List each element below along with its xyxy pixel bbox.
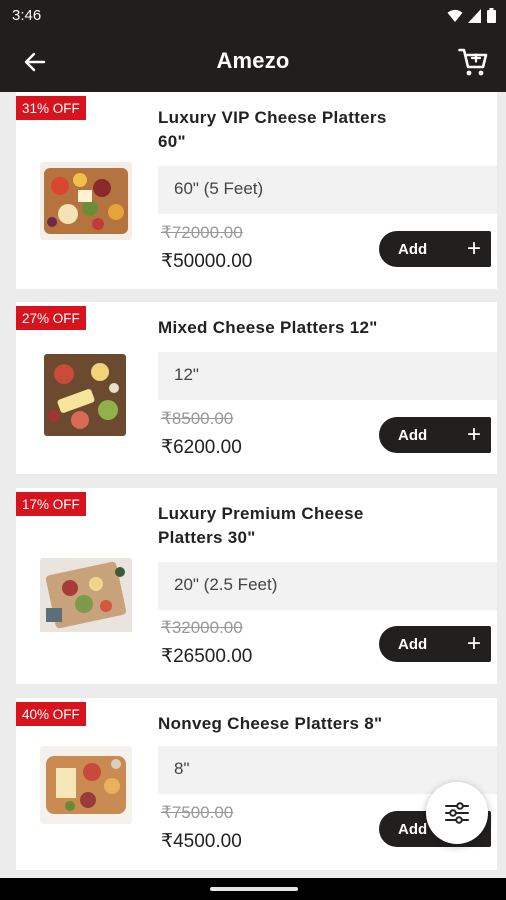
product-image[interactable] (40, 162, 132, 240)
app-title: Amezo (216, 48, 290, 73)
product-image[interactable] (40, 558, 132, 636)
variant-selector[interactable]: 20" (2.5 Feet) (158, 562, 497, 610)
filter-button[interactable] (426, 782, 488, 844)
original-price: ₹7500.00 (161, 803, 234, 822)
product-title[interactable]: Mixed Cheese Platters 12" (158, 316, 478, 340)
filter-sliders-icon (445, 802, 469, 824)
add-to-cart-button[interactable]: Add + (379, 231, 491, 267)
sale-price: ₹4500.00 (161, 831, 242, 852)
product-title[interactable]: Luxury VIP Cheese Platters 60" (158, 106, 418, 154)
plus-icon: + (466, 421, 481, 448)
product-image[interactable] (40, 746, 132, 824)
add-label: Add (398, 820, 428, 838)
status-time: 3:46 (12, 7, 42, 24)
product-card[interactable]: 17% OFF Luxury Premium Cheese Platters 3… (16, 488, 497, 684)
add-label: Add (398, 240, 428, 258)
variant-selector[interactable]: 60" (5 Feet) (158, 166, 497, 214)
original-price: ₹72000.00 (161, 223, 243, 242)
add-label: Add (398, 426, 428, 444)
signal-icon (468, 8, 481, 23)
status-bar: 3:46 (0, 0, 506, 32)
sale-price: ₹50000.00 (161, 251, 253, 272)
original-price: ₹8500.00 (161, 409, 234, 428)
product-card[interactable]: 27% OFF Mixed Cheese Platters 12" 12" ₹8… (16, 302, 497, 474)
plus-icon: + (466, 630, 481, 657)
product-title[interactable]: Luxury Premium Cheese Platters 30" (158, 502, 418, 550)
add-to-cart-button[interactable]: Add + (379, 417, 491, 453)
original-price: ₹32000.00 (161, 618, 243, 637)
battery-icon (487, 8, 496, 23)
app-bar: Amezo (0, 32, 506, 92)
cart-button[interactable] (456, 45, 490, 79)
discount-badge: 31% OFF (16, 96, 86, 120)
status-icons (447, 8, 496, 23)
discount-badge: 17% OFF (16, 492, 86, 516)
product-title[interactable]: Nonveg Cheese Platters 8" (158, 712, 478, 736)
home-gesture-handle[interactable] (210, 887, 298, 891)
sale-price: ₹6200.00 (161, 437, 242, 458)
discount-badge: 27% OFF (16, 306, 86, 330)
product-image[interactable] (44, 354, 126, 436)
cart-icon (458, 48, 488, 76)
plus-icon: + (466, 235, 481, 262)
add-label: Add (398, 635, 428, 653)
discount-badge: 40% OFF (16, 702, 86, 726)
sale-price: ₹26500.00 (161, 646, 253, 667)
product-card[interactable]: 31% OFF Luxury VIP Cheese Platters 60" 6… (16, 92, 497, 289)
add-to-cart-button[interactable]: Add + (379, 626, 491, 662)
system-nav-bar (0, 878, 506, 900)
wifi-icon (447, 9, 463, 22)
product-card[interactable]: 40% OFF Nonveg Cheese Platters 8" 8" ₹75… (16, 698, 497, 870)
variant-selector[interactable]: 12" (158, 352, 497, 400)
